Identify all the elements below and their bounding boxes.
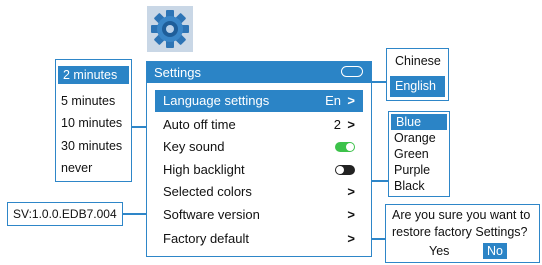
factory-reset-dialog: Are you sure you want to restore factory…: [385, 204, 540, 263]
chevron-right-icon: >: [347, 93, 355, 108]
settings-app-icon[interactable]: [147, 6, 193, 52]
row-label: Factory default: [163, 231, 249, 246]
software-version-panel: SV:1.0.0.EDB7.004: [7, 202, 123, 226]
color-options-panel: Blue Orange Green Purple Black: [388, 111, 450, 197]
language-options-panel: Chinese English: [386, 48, 449, 101]
dialog-yes-button[interactable]: Yes: [429, 244, 449, 258]
settings-row-auto-off[interactable]: Auto off time 2 >: [155, 114, 363, 136]
auto-off-options-panel: 2 minutes 5 minutes 10 minutes 30 minute…: [55, 59, 132, 182]
settings-panel: Settings Language settings En > Auto off…: [146, 61, 372, 257]
settings-row-high-backlight[interactable]: High backlight: [155, 159, 363, 181]
color-option[interactable]: Black: [389, 178, 449, 194]
chevron-right-icon: >: [347, 207, 355, 222]
chevron-right-icon: >: [347, 117, 355, 132]
language-option[interactable]: Chinese: [387, 52, 448, 70]
dialog-question-line2: restore factory Settings?: [392, 225, 528, 239]
battery-icon: [341, 66, 363, 77]
row-label: Selected colors: [163, 184, 252, 199]
settings-title: Settings: [154, 65, 201, 80]
row-value: En: [325, 93, 341, 108]
settings-row-key-sound[interactable]: Key sound: [155, 136, 363, 158]
gear-icon: [147, 6, 193, 52]
color-option[interactable]: Purple: [389, 162, 449, 178]
color-option[interactable]: Blue: [391, 114, 447, 130]
row-label: Auto off time: [163, 117, 236, 132]
high-backlight-toggle[interactable]: [335, 165, 355, 175]
settings-titlebar: Settings: [147, 62, 371, 83]
auto-off-option[interactable]: 5 minutes: [56, 92, 131, 110]
row-value: 2: [333, 117, 341, 132]
settings-row-software-version[interactable]: Software version >: [155, 204, 363, 226]
language-option[interactable]: English: [390, 76, 445, 97]
auto-off-option[interactable]: 30 minutes: [56, 137, 131, 155]
dialog-question-line1: Are you sure you want to: [392, 208, 531, 222]
color-option[interactable]: Green: [389, 146, 449, 162]
auto-off-option[interactable]: 2 minutes: [58, 66, 129, 84]
chevron-right-icon: >: [347, 184, 355, 199]
settings-row-factory-default[interactable]: Factory default >: [155, 228, 363, 250]
chevron-right-icon: >: [347, 231, 355, 246]
settings-row-language[interactable]: Language settings En >: [155, 90, 363, 112]
row-label: Language settings: [163, 93, 270, 108]
auto-off-option[interactable]: never: [56, 159, 131, 177]
row-label: High backlight: [163, 162, 245, 177]
color-option[interactable]: Orange: [389, 130, 449, 146]
row-label: Software version: [163, 207, 260, 222]
dialog-no-button[interactable]: No: [483, 243, 507, 259]
settings-row-selected-colors[interactable]: Selected colors >: [155, 181, 363, 203]
key-sound-toggle[interactable]: [335, 142, 355, 152]
software-version-text: SV:1.0.0.EDB7.004: [13, 207, 117, 221]
auto-off-option[interactable]: 10 minutes: [56, 114, 131, 132]
row-label: Key sound: [163, 139, 225, 154]
